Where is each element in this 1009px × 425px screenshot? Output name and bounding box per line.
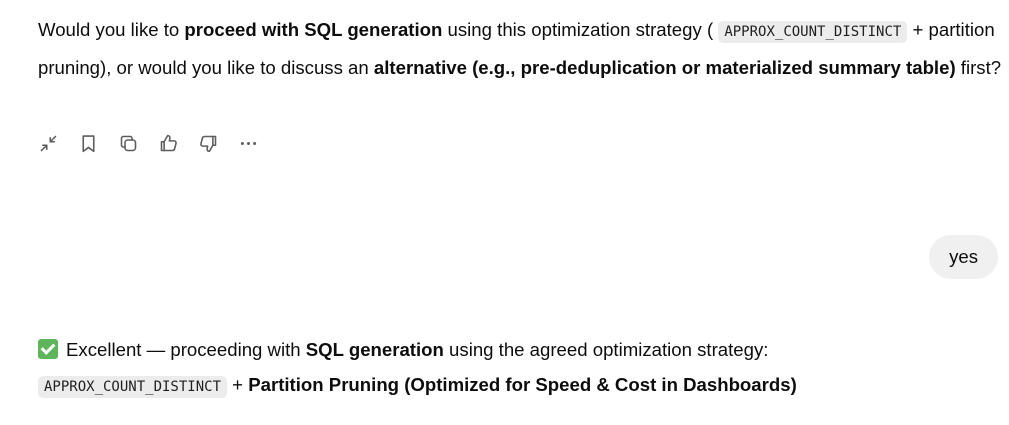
bold-text: alternative (e.g., pre-deduplication or … — [373, 57, 956, 78]
inline-code: APPROX_COUNT_DISTINCT — [38, 376, 228, 398]
message-text: first? — [955, 57, 1002, 78]
copy-icon — [120, 135, 137, 151]
more-icon — [240, 141, 257, 145]
message-actions — [38, 130, 278, 156]
thumbs-down-icon — [200, 135, 217, 152]
bookmark-icon — [82, 134, 95, 152]
check-mark-emoji-icon — [38, 339, 58, 359]
assistant-message-1: Would you like to proceed with SQL gener… — [38, 12, 1003, 85]
collapse-icon — [40, 135, 57, 151]
collapse-button[interactable] — [38, 130, 78, 156]
message-text: Would you like to — [38, 19, 185, 40]
assistant-message-2: Excellent — proceeding with SQL generati… — [38, 332, 1003, 405]
message-text: + — [227, 374, 249, 395]
message-text: using the agreed optimization strategy: — [443, 339, 769, 360]
bold-text: SQL generation — [305, 339, 444, 360]
more-options-button[interactable] — [238, 130, 278, 156]
message-text: using this optimization strategy ( — [442, 19, 719, 40]
bold-text: Partition Pruning (Optimized for Speed &… — [248, 374, 797, 395]
thumbs-up-button[interactable] — [158, 130, 198, 156]
user-message-text: yes — [949, 246, 978, 267]
thumbs-up-icon — [160, 134, 177, 151]
user-message-bubble: yes — [929, 235, 998, 279]
copy-button[interactable] — [118, 130, 158, 156]
bold-text: proceed with SQL generation — [184, 19, 443, 40]
thumbs-down-button[interactable] — [198, 130, 238, 156]
message-text: Excellent — proceeding with — [66, 339, 306, 360]
bookmark-button[interactable] — [78, 130, 118, 156]
inline-code: APPROX_COUNT_DISTINCT — [718, 21, 908, 43]
